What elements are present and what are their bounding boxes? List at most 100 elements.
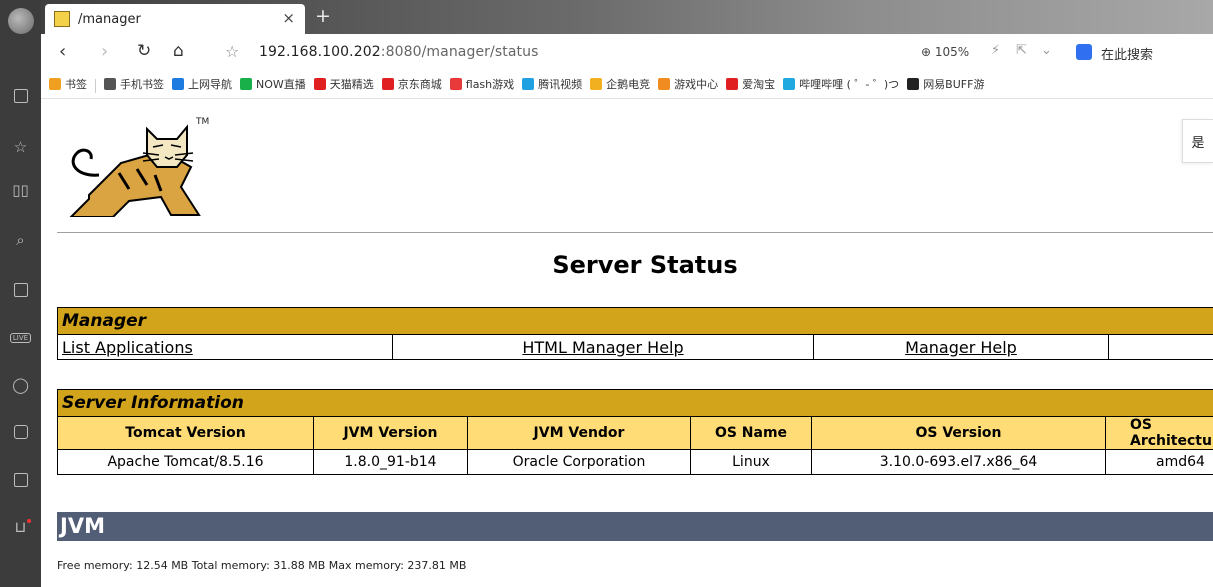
sidebar-reader-icon[interactable] [0, 84, 41, 108]
column-header: JVM Version [313, 416, 468, 450]
bookmark-item[interactable]: 京东商城 [381, 70, 442, 98]
table-cell: amd64 [1105, 449, 1213, 475]
bookmark-label: 爱淘宝 [742, 78, 776, 91]
bookmark-item[interactable]: 腾讯视频 [522, 70, 582, 98]
bookmark-label: 书签 [65, 78, 87, 91]
sidebar-favorites-icon[interactable]: ☆ [0, 135, 41, 159]
buff-icon [907, 78, 920, 90]
bookmark-label: 哔哩哔哩 ( ゜- ゜)つ [799, 78, 900, 91]
search-input[interactable]: 在此搜索 [1101, 44, 1153, 63]
table-cell: 3.10.0-693.el7.x86_64 [811, 449, 1106, 475]
game-icon [658, 78, 671, 90]
bookmark-item[interactable]: 网易BUFF游 [907, 70, 984, 98]
bookmark-star-icon[interactable]: ☆ [225, 42, 239, 61]
url-host: 192.168.100.202 [259, 44, 381, 60]
bookmarks-bar: 书签 手机书签 上网导航 NOW直播 天猫精选 京东商城 flash游戏 腾讯视频 企鹅电竞 游戏… [41, 70, 1213, 99]
bookmark-item[interactable]: 手机书签 [104, 70, 164, 98]
column-header: OS Architectur [1105, 416, 1213, 450]
sidebar-bag-icon[interactable] [0, 420, 41, 444]
bilibili-icon [783, 78, 796, 90]
bookmark-label: 网易BUFF游 [923, 78, 985, 91]
bookmark-item[interactable]: 游戏中心 [658, 70, 718, 98]
star-icon [49, 78, 61, 90]
bookmark-item[interactable]: 爱淘宝 [726, 70, 775, 98]
column-header: OS Version [811, 416, 1106, 450]
memory-info: Free memory: 12.54 MB Total memory: 31.8… [57, 559, 467, 572]
tomcat-favicon-icon [54, 11, 70, 27]
now-icon [240, 78, 252, 90]
video-icon [522, 78, 535, 90]
sidebar-book-icon[interactable]: ▯▯ [0, 178, 41, 202]
column-header: OS Name [690, 416, 812, 450]
table-cell: Linux [690, 449, 812, 475]
sidebar-translate-icon[interactable] [0, 468, 41, 492]
side-popup[interactable]: 是 [1182, 119, 1213, 163]
table-cell: 1.8.0_91-b14 [313, 449, 468, 475]
tab-manager[interactable]: /manager × [45, 4, 305, 34]
bookmark-label: 游戏中心 [674, 78, 719, 91]
search-engine-icon[interactable] [1076, 44, 1092, 60]
jd-icon [381, 78, 394, 90]
sidebar-search-icon[interactable]: ⌕ [0, 228, 41, 252]
tab-close-icon[interactable]: × [282, 9, 295, 27]
tmall-icon [313, 78, 326, 90]
manager-table: Manager List Applications HTML Manager H… [57, 307, 1213, 360]
bookmark-label: 手机书签 [120, 78, 164, 91]
manager-help-link[interactable]: Manager Help [813, 334, 1109, 360]
reload-icon[interactable]: ↻ [137, 41, 151, 61]
penguin-icon [590, 78, 603, 90]
bookmark-item[interactable]: flash游戏 [449, 70, 515, 98]
jvm-header: JVM [57, 512, 1213, 541]
avatar[interactable] [8, 8, 34, 34]
bookmark-label: 企鹅电竞 [606, 78, 651, 91]
bolt-icon[interactable]: ⚡ [991, 43, 1000, 58]
bookmark-label: NOW直播 [256, 78, 306, 91]
home-icon[interactable]: ⌂ [173, 41, 184, 61]
zoom-value: 105% [934, 45, 970, 59]
trademark-label: TM [196, 117, 210, 127]
bookmark-label: 天猫精选 [329, 78, 374, 91]
bookmark-label: 京东商城 [397, 78, 442, 91]
back-icon[interactable]: ‹ [59, 41, 66, 62]
new-tab-button[interactable]: + [315, 5, 331, 27]
page-title: Server Status [552, 251, 738, 279]
server-information-header: Server Information [57, 389, 1213, 417]
tab-title: /manager [78, 12, 141, 27]
column-header: JVM Vendor [467, 416, 691, 450]
flash-icon [449, 78, 462, 90]
address-bar[interactable]: 192.168.100.202:8080/manager/status [259, 44, 538, 60]
bookmark-item[interactable]: 哔哩哔哩 ( ゜- ゜)つ [783, 70, 899, 98]
manager-header: Manager [57, 307, 1213, 335]
bookmark-item[interactable]: NOW直播 [240, 70, 306, 98]
tomcat-logo-icon [69, 124, 201, 217]
html-manager-help-link[interactable]: HTML Manager Help [392, 334, 814, 360]
table-cell: Oracle Corporation [467, 449, 691, 475]
e-icon [172, 78, 184, 90]
navigation-bar: ‹ › ↻ ⌂ ☆ 192.168.100.202:8080/manager/s… [41, 34, 1213, 70]
share-icon[interactable]: ⇱ [1016, 43, 1027, 58]
sidebar-chat-icon[interactable]: ◯ [0, 373, 41, 397]
sidebar-cart-icon[interactable]: ⊔ [0, 515, 41, 539]
url-path: :8080/manager/status [380, 44, 539, 60]
tab-strip: /manager × + [41, 0, 1213, 34]
sidebar-live-icon[interactable]: LIVE [0, 326, 41, 350]
bookmark-separator [95, 78, 96, 93]
bookmark-item[interactable]: 天猫精选 [313, 70, 374, 98]
page-content: TM 是 Server Status Manager List Applicat… [41, 99, 1213, 587]
list-applications-link[interactable]: List Applications [57, 334, 393, 360]
bookmark-label: flash游戏 [465, 78, 515, 91]
zoom-level[interactable]: ⊕ 105% [921, 45, 969, 59]
bookmark-item[interactable]: 企鹅电竞 [590, 70, 650, 98]
bookmark-item[interactable]: 上网导航 [172, 70, 232, 98]
phone-icon [104, 78, 116, 90]
taobao-icon [726, 78, 739, 90]
bookmark-label: 腾讯视频 [538, 78, 583, 91]
bookmark-item[interactable]: 书签 [49, 70, 87, 98]
server-information-table: Server Information Tomcat Version JVM Ve… [57, 389, 1213, 475]
manager-extra-cell [1108, 334, 1213, 360]
forward-icon[interactable]: › [101, 41, 108, 62]
sidebar-video-icon[interactable] [0, 278, 41, 302]
chevron-down-icon[interactable]: ⌄ [1041, 43, 1052, 58]
divider [57, 232, 1213, 233]
browser-sidebar: ☆ ▯▯ ⌕ LIVE ◯ ⊔ [0, 0, 41, 587]
